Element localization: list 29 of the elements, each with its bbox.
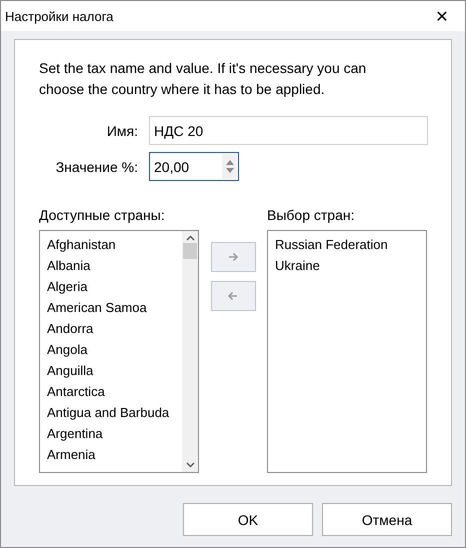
scrollbar-thumb[interactable] bbox=[183, 243, 197, 259]
list-item[interactable]: Algeria bbox=[47, 276, 182, 297]
right-arrow-icon bbox=[228, 252, 238, 262]
list-label: Выбор стран: bbox=[267, 207, 356, 223]
field-label: Имя: bbox=[106, 122, 138, 138]
scroll-up-icon[interactable] bbox=[186, 235, 194, 241]
list-item[interactable]: Armenia bbox=[47, 444, 182, 465]
scrollbar[interactable] bbox=[182, 231, 198, 472]
ok-button[interactable]: OK bbox=[183, 503, 313, 536]
list-item[interactable]: Albania bbox=[47, 255, 182, 276]
list-item[interactable]: Andorra bbox=[47, 318, 182, 339]
list-item[interactable]: Anguilla bbox=[47, 360, 182, 381]
close-button[interactable]: ✕ bbox=[419, 1, 465, 31]
list-item[interactable]: Antigua and Barbuda bbox=[47, 402, 182, 423]
window-title: Настройки налога bbox=[5, 8, 114, 24]
list-item[interactable]: American Samoa bbox=[47, 297, 182, 318]
list-item[interactable]: Afghanistan bbox=[47, 234, 182, 255]
list-item[interactable]: Ukraine bbox=[275, 255, 426, 276]
list-item[interactable]: Argentina bbox=[47, 423, 182, 444]
description-text: Set the tax name and value. If it's necessary you can choose the country where it has to be applied. bbox=[39, 59, 368, 99]
field-label: Значение %: bbox=[54, 158, 138, 174]
list-item[interactable]: Russian Federation bbox=[275, 234, 426, 255]
scroll-down-icon[interactable] bbox=[186, 462, 194, 468]
list-label: Доступные страны: bbox=[39, 207, 166, 223]
cancel-button[interactable]: Отмена bbox=[322, 503, 452, 536]
list-item[interactable]: Antarctica bbox=[47, 381, 182, 402]
name-input-field[interactable]: НДС 20 bbox=[149, 116, 428, 145]
left-arrow-icon bbox=[228, 291, 238, 301]
list-item[interactable]: Angola bbox=[47, 339, 182, 360]
